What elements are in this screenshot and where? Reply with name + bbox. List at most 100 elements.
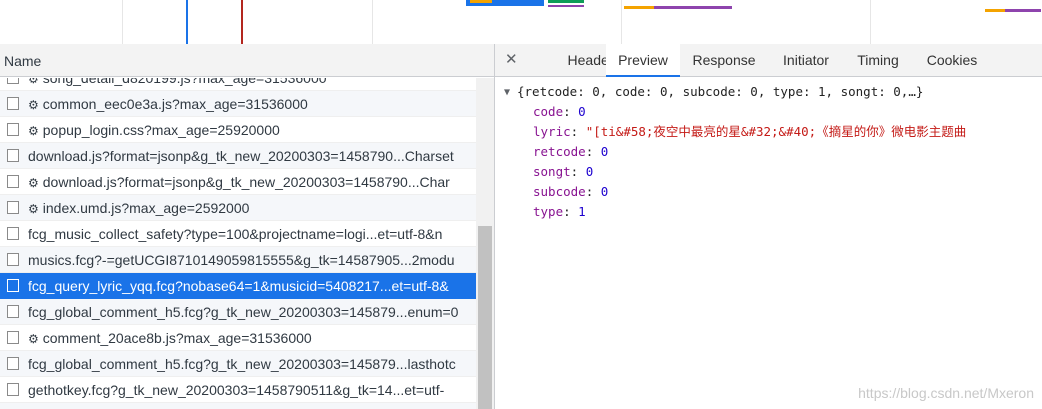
request-list-pane: Name ⚙ song_detail_d820199.js?max_age=315… <box>0 44 495 409</box>
request-row[interactable]: fcg_global_comment_h5.fcg?g_tk_new_20200… <box>0 299 476 325</box>
json-value: "[ti&#58;夜空中最亮的星&#32;&#40;《摘星的你》微电影主题曲 <box>585 124 967 139</box>
timeline-request-bar <box>548 0 584 3</box>
request-row[interactable] <box>0 403 476 409</box>
json-colon: : <box>570 164 586 179</box>
request-list: ⚙ song_detail_d820199.js?max_age=31536000… <box>0 78 476 409</box>
request-row[interactable]: ⚙ song_detail_d820199.js?max_age=31536000 <box>0 78 476 91</box>
timeline-grid-line <box>621 0 622 44</box>
request-row[interactable]: musics.fcg?-=getUCGI8710149059815555&g_t… <box>0 247 476 273</box>
row-checkbox[interactable] <box>7 201 19 214</box>
json-property[interactable]: subcode: 0 <box>533 182 608 202</box>
request-row[interactable]: ⚙ popup_login.css?max_age=25920000 <box>0 117 476 143</box>
json-key: subcode <box>533 184 586 199</box>
request-row[interactable]: ⚙ common_eec0e3a.js?max_age=31536000 <box>0 91 476 117</box>
request-label: index.umd.js?max_age=2592000 <box>42 200 250 216</box>
json-property[interactable]: songt: 0 <box>533 162 593 182</box>
request-label: common_eec0e3a.js?max_age=31536000 <box>42 96 308 112</box>
request-name: ⚙ common_eec0e3a.js?max_age=31536000 <box>28 91 476 116</box>
row-checkbox[interactable] <box>7 123 19 136</box>
gear-icon: ⚙ <box>28 124 39 138</box>
request-row[interactable]: fcg_music_collect_safety?type=100&projec… <box>0 221 476 247</box>
json-preview: ▼ {retcode: 0, code: 0, subcode: 0, type… <box>495 78 1042 409</box>
timeline-request-bar <box>1005 9 1041 12</box>
timeline-overview[interactable] <box>0 0 1042 45</box>
row-checkbox[interactable] <box>7 175 19 188</box>
timeline-request-bar <box>548 5 584 7</box>
row-checkbox[interactable] <box>7 305 19 318</box>
tab-response[interactable]: Response <box>682 44 766 77</box>
timeline-request-bar <box>985 9 1005 12</box>
json-colon: : <box>585 144 601 159</box>
expand-triangle-icon[interactable]: ▼ <box>504 87 510 98</box>
timeline-grid-line <box>870 0 871 44</box>
row-checkbox[interactable] <box>7 78 19 84</box>
request-label: popup_login.css?max_age=25920000 <box>42 122 280 138</box>
close-icon[interactable]: ✕ <box>505 50 518 68</box>
request-name: ⚙ comment_20ace8b.js?max_age=31536000 <box>28 325 476 350</box>
devtools-network-panel: Name ⚙ song_detail_d820199.js?max_age=315… <box>0 0 1042 409</box>
name-column-header[interactable]: Name <box>0 44 494 77</box>
gear-icon: ⚙ <box>28 78 39 86</box>
json-property[interactable]: type: 1 <box>533 202 586 222</box>
request-label: fcg_music_collect_safety?type=100&projec… <box>28 226 443 242</box>
tab-initiator[interactable]: Initiator <box>769 44 843 77</box>
tab-cookies[interactable]: Cookies <box>921 44 983 77</box>
json-colon: : <box>570 124 586 139</box>
gear-icon: ⚙ <box>28 202 39 216</box>
json-property[interactable]: code: 0 <box>533 102 586 122</box>
row-checkbox[interactable] <box>7 97 19 110</box>
row-checkbox[interactable] <box>7 227 19 240</box>
request-label: song_detail_d820199.js?max_age=31536000 <box>42 78 327 86</box>
row-checkbox[interactable] <box>7 357 19 370</box>
detail-tab-bar: ✕ Headers Preview Response Initiator Tim… <box>495 44 1042 77</box>
row-checkbox[interactable] <box>7 149 19 162</box>
timeline-request-bar <box>654 6 732 9</box>
json-summary[interactable]: {retcode: 0, code: 0, subcode: 0, type: … <box>517 82 923 102</box>
request-list-scrollbar[interactable] <box>476 78 494 409</box>
request-detail-pane: ✕ Headers Preview Response Initiator Tim… <box>495 44 1042 409</box>
request-name: fcg_music_collect_safety?type=100&projec… <box>28 221 476 246</box>
json-value: 0 <box>578 104 586 119</box>
json-value: 0 <box>600 144 609 159</box>
json-value: 1 <box>578 204 586 219</box>
json-key: code <box>533 104 564 119</box>
request-name: fcg_global_comment_h5.fcg?g_tk_new_20200… <box>28 351 476 376</box>
row-checkbox[interactable] <box>7 383 19 396</box>
json-colon: : <box>585 184 601 199</box>
tab-preview[interactable]: Preview <box>606 44 680 77</box>
request-row[interactable]: ⚙ comment_20ace8b.js?max_age=31536000 <box>0 325 476 351</box>
row-checkbox[interactable] <box>7 331 19 344</box>
json-key: lyric <box>533 124 571 139</box>
request-row[interactable]: fcg_query_lyric_yqq.fcg?nobase64=1&music… <box>0 273 476 299</box>
scrollbar-thumb[interactable] <box>478 226 492 409</box>
request-name: fcg_query_lyric_yqq.fcg?nobase64=1&music… <box>28 273 476 298</box>
json-key: type <box>533 204 564 219</box>
request-name: download.js?format=jsonp&g_tk_new_202003… <box>28 143 476 168</box>
request-row[interactable]: ⚙ download.js?format=jsonp&g_tk_new_20200… <box>0 169 476 195</box>
request-name: gethotkey.fcg?g_tk_new_20200303=14587905… <box>28 377 476 402</box>
tab-timing[interactable]: Timing <box>850 44 906 77</box>
row-checkbox[interactable] <box>7 279 19 292</box>
request-name: ⚙ song_detail_d820199.js?max_age=31536000 <box>28 78 476 90</box>
request-label: download.js?format=jsonp&g_tk_new_202003… <box>28 148 454 164</box>
request-row[interactable]: gethotkey.fcg?g_tk_new_20200303=14587905… <box>0 377 476 403</box>
request-label: fcg_global_comment_h5.fcg?g_tk_new_20200… <box>28 304 459 320</box>
json-property[interactable]: lyric: "[ti&#58;夜空中最亮的星&#32;&#40;《摘星的你》微… <box>533 122 966 142</box>
json-property[interactable]: retcode: 0 <box>533 142 608 162</box>
timeline-grid-line <box>122 0 123 44</box>
load-event-marker <box>241 0 243 44</box>
request-name: ⚙ index.umd.js?max_age=2592000 <box>28 195 476 220</box>
timeline-grid-line <box>372 0 373 44</box>
request-row[interactable]: ⚙ index.umd.js?max_age=2592000 <box>0 195 476 221</box>
request-row[interactable]: fcg_global_comment_h5.fcg?g_tk_new_20200… <box>0 351 476 377</box>
request-name: ⚙ download.js?format=jsonp&g_tk_new_20200… <box>28 169 476 194</box>
request-row[interactable]: download.js?format=jsonp&g_tk_new_202003… <box>0 143 476 169</box>
json-colon: : <box>563 104 579 119</box>
request-name: ⚙ popup_login.css?max_age=25920000 <box>28 117 476 142</box>
gear-icon: ⚙ <box>28 332 39 346</box>
timeline-request-bar <box>470 0 492 3</box>
json-value: 0 <box>585 164 594 179</box>
timeline-request-bar <box>624 6 654 9</box>
gear-icon: ⚙ <box>28 98 39 112</box>
row-checkbox[interactable] <box>7 253 19 266</box>
